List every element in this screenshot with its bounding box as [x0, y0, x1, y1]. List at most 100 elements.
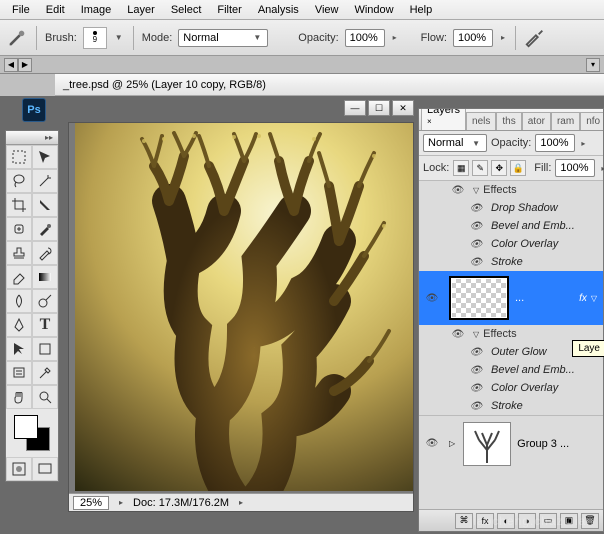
effect-item[interactable]: Stroke — [419, 397, 603, 415]
visibility-toggle[interactable] — [423, 291, 441, 305]
notes-tool-icon[interactable] — [6, 361, 32, 385]
opacity-slider-icon[interactable]: ▸ — [579, 139, 587, 148]
menu-window[interactable]: Window — [346, 2, 401, 18]
chevron-down-icon[interactable]: ▼ — [113, 33, 125, 42]
blur-tool-icon[interactable] — [6, 289, 32, 313]
screenmode-icon[interactable] — [32, 457, 58, 481]
menu-view[interactable]: View — [307, 2, 347, 18]
menu-select[interactable]: Select — [163, 2, 210, 18]
menu-filter[interactable]: Filter — [209, 2, 249, 18]
flow-input[interactable]: 100% — [453, 29, 493, 47]
crop-tool-icon[interactable] — [6, 193, 32, 217]
eyedropper-tool-icon[interactable] — [32, 361, 58, 385]
hand-tool-icon[interactable] — [6, 385, 32, 409]
dodge-tool-icon[interactable] — [32, 289, 58, 313]
visibility-toggle[interactable] — [449, 327, 467, 341]
type-tool-icon[interactable]: T — [32, 313, 58, 337]
move-tool-icon[interactable] — [32, 145, 58, 169]
shape-tool-icon[interactable] — [32, 337, 58, 361]
path-select-icon[interactable] — [6, 337, 32, 361]
effect-item[interactable]: Color Overlay — [419, 235, 603, 253]
tab-layers[interactable]: Layers × — [421, 109, 466, 130]
brush-preset-picker[interactable]: 9 — [83, 27, 107, 49]
eraser-tool-icon[interactable] — [6, 265, 32, 289]
layer-row-selected[interactable]: ... fx ▽ — [419, 271, 603, 325]
effect-item[interactable]: Stroke — [419, 253, 603, 271]
quickmask-icon[interactable] — [6, 457, 32, 481]
effects-header[interactable]: ▽Effects — [419, 181, 603, 199]
visibility-toggle[interactable] — [467, 345, 485, 359]
effect-item[interactable]: Bevel and Emb... — [419, 217, 603, 235]
effect-item[interactable]: Color Overlay — [419, 379, 603, 397]
tool-indicator-icon[interactable] — [6, 27, 28, 49]
layer-name[interactable]: Group 3 ... — [517, 438, 569, 450]
fill-input[interactable]: 100% — [555, 159, 595, 177]
gradient-tool-icon[interactable] — [32, 265, 58, 289]
opacity-flyout-icon[interactable]: ▸ — [391, 33, 399, 42]
lock-position-icon[interactable]: ✥ — [491, 160, 507, 176]
layer-row-group[interactable]: ▷ Group 3 ... — [419, 415, 603, 471]
color-swatches[interactable] — [6, 409, 58, 457]
flow-flyout-icon[interactable]: ▸ — [499, 33, 507, 42]
effects-expand-icon[interactable]: ▽ — [589, 294, 599, 303]
menu-file[interactable]: File — [4, 2, 38, 18]
lock-pixels-icon[interactable]: ✎ — [472, 160, 488, 176]
visibility-toggle[interactable] — [467, 381, 485, 395]
wand-tool-icon[interactable] — [32, 169, 58, 193]
window-menu-icon[interactable]: ▾ — [586, 58, 600, 72]
document-canvas[interactable]: 25% ▸ Doc: 17.3M/176.2M ▸ — [68, 122, 414, 512]
opacity-input[interactable]: 100% — [345, 29, 385, 47]
foreground-color-swatch[interactable] — [14, 415, 38, 439]
layer-blend-select[interactable]: Normal▼ — [423, 134, 487, 152]
toolbox-grip[interactable]: ▸▸ — [6, 131, 58, 145]
fill-slider-icon[interactable]: ▸ — [599, 164, 604, 173]
tab-channels[interactable]: nels — [466, 112, 496, 130]
blend-mode-select[interactable]: Normal▼ — [178, 29, 268, 47]
menu-edit[interactable]: Edit — [38, 2, 73, 18]
layer-thumbnail[interactable] — [449, 276, 509, 320]
airbrush-icon[interactable] — [524, 27, 546, 49]
maximize-button[interactable]: ☐ — [368, 100, 390, 116]
heal-tool-icon[interactable] — [6, 217, 32, 241]
effect-item[interactable]: Drop Shadow — [419, 199, 603, 217]
visibility-toggle[interactable] — [467, 255, 485, 269]
effect-item[interactable]: Bevel and Emb... — [419, 361, 603, 379]
layer-thumbnail[interactable] — [463, 422, 511, 466]
chevron-right-icon[interactable]: ▸ — [117, 498, 125, 507]
lock-transparency-icon[interactable]: ▦ — [453, 160, 469, 176]
lasso-tool-icon[interactable] — [6, 169, 32, 193]
visibility-toggle[interactable] — [467, 219, 485, 233]
group-expand-icon[interactable]: ▷ — [449, 439, 455, 448]
menu-image[interactable]: Image — [73, 2, 120, 18]
menu-help[interactable]: Help — [402, 2, 441, 18]
menu-analysis[interactable]: Analysis — [250, 2, 307, 18]
visibility-toggle[interactable] — [423, 437, 441, 451]
tab-info[interactable]: nfo — [580, 112, 603, 130]
zoom-tool-icon[interactable] — [32, 385, 58, 409]
close-button[interactable]: ✕ — [392, 100, 414, 116]
history-brush-icon[interactable] — [32, 241, 58, 265]
tab-paths[interactable]: ths — [496, 112, 521, 130]
tab-histogram[interactable]: ram — [551, 112, 580, 130]
stamp-tool-icon[interactable] — [6, 241, 32, 265]
visibility-toggle[interactable] — [467, 399, 485, 413]
tab-prev-icon[interactable]: ◀ — [4, 58, 18, 72]
layer-name[interactable]: ... — [515, 292, 524, 304]
marquee-tool-icon[interactable] — [6, 145, 32, 169]
fx-badge-icon[interactable]: fx — [579, 293, 587, 304]
minimize-button[interactable]: — — [344, 100, 366, 116]
lock-all-icon[interactable]: 🔒 — [510, 160, 526, 176]
visibility-toggle[interactable] — [449, 183, 467, 197]
layer-opacity-input[interactable]: 100% — [535, 134, 575, 152]
tab-navigator[interactable]: ator — [522, 112, 551, 130]
visibility-toggle[interactable] — [467, 201, 485, 215]
zoom-input[interactable]: 25% — [73, 496, 109, 510]
menu-layer[interactable]: Layer — [119, 2, 163, 18]
slice-tool-icon[interactable] — [32, 193, 58, 217]
visibility-toggle[interactable] — [467, 363, 485, 377]
visibility-toggle[interactable] — [467, 237, 485, 251]
tab-next-icon[interactable]: ▶ — [18, 58, 32, 72]
status-menu-icon[interactable]: ▸ — [237, 498, 245, 507]
pen-tool-icon[interactable] — [6, 313, 32, 337]
brush-tool-icon[interactable] — [32, 217, 58, 241]
